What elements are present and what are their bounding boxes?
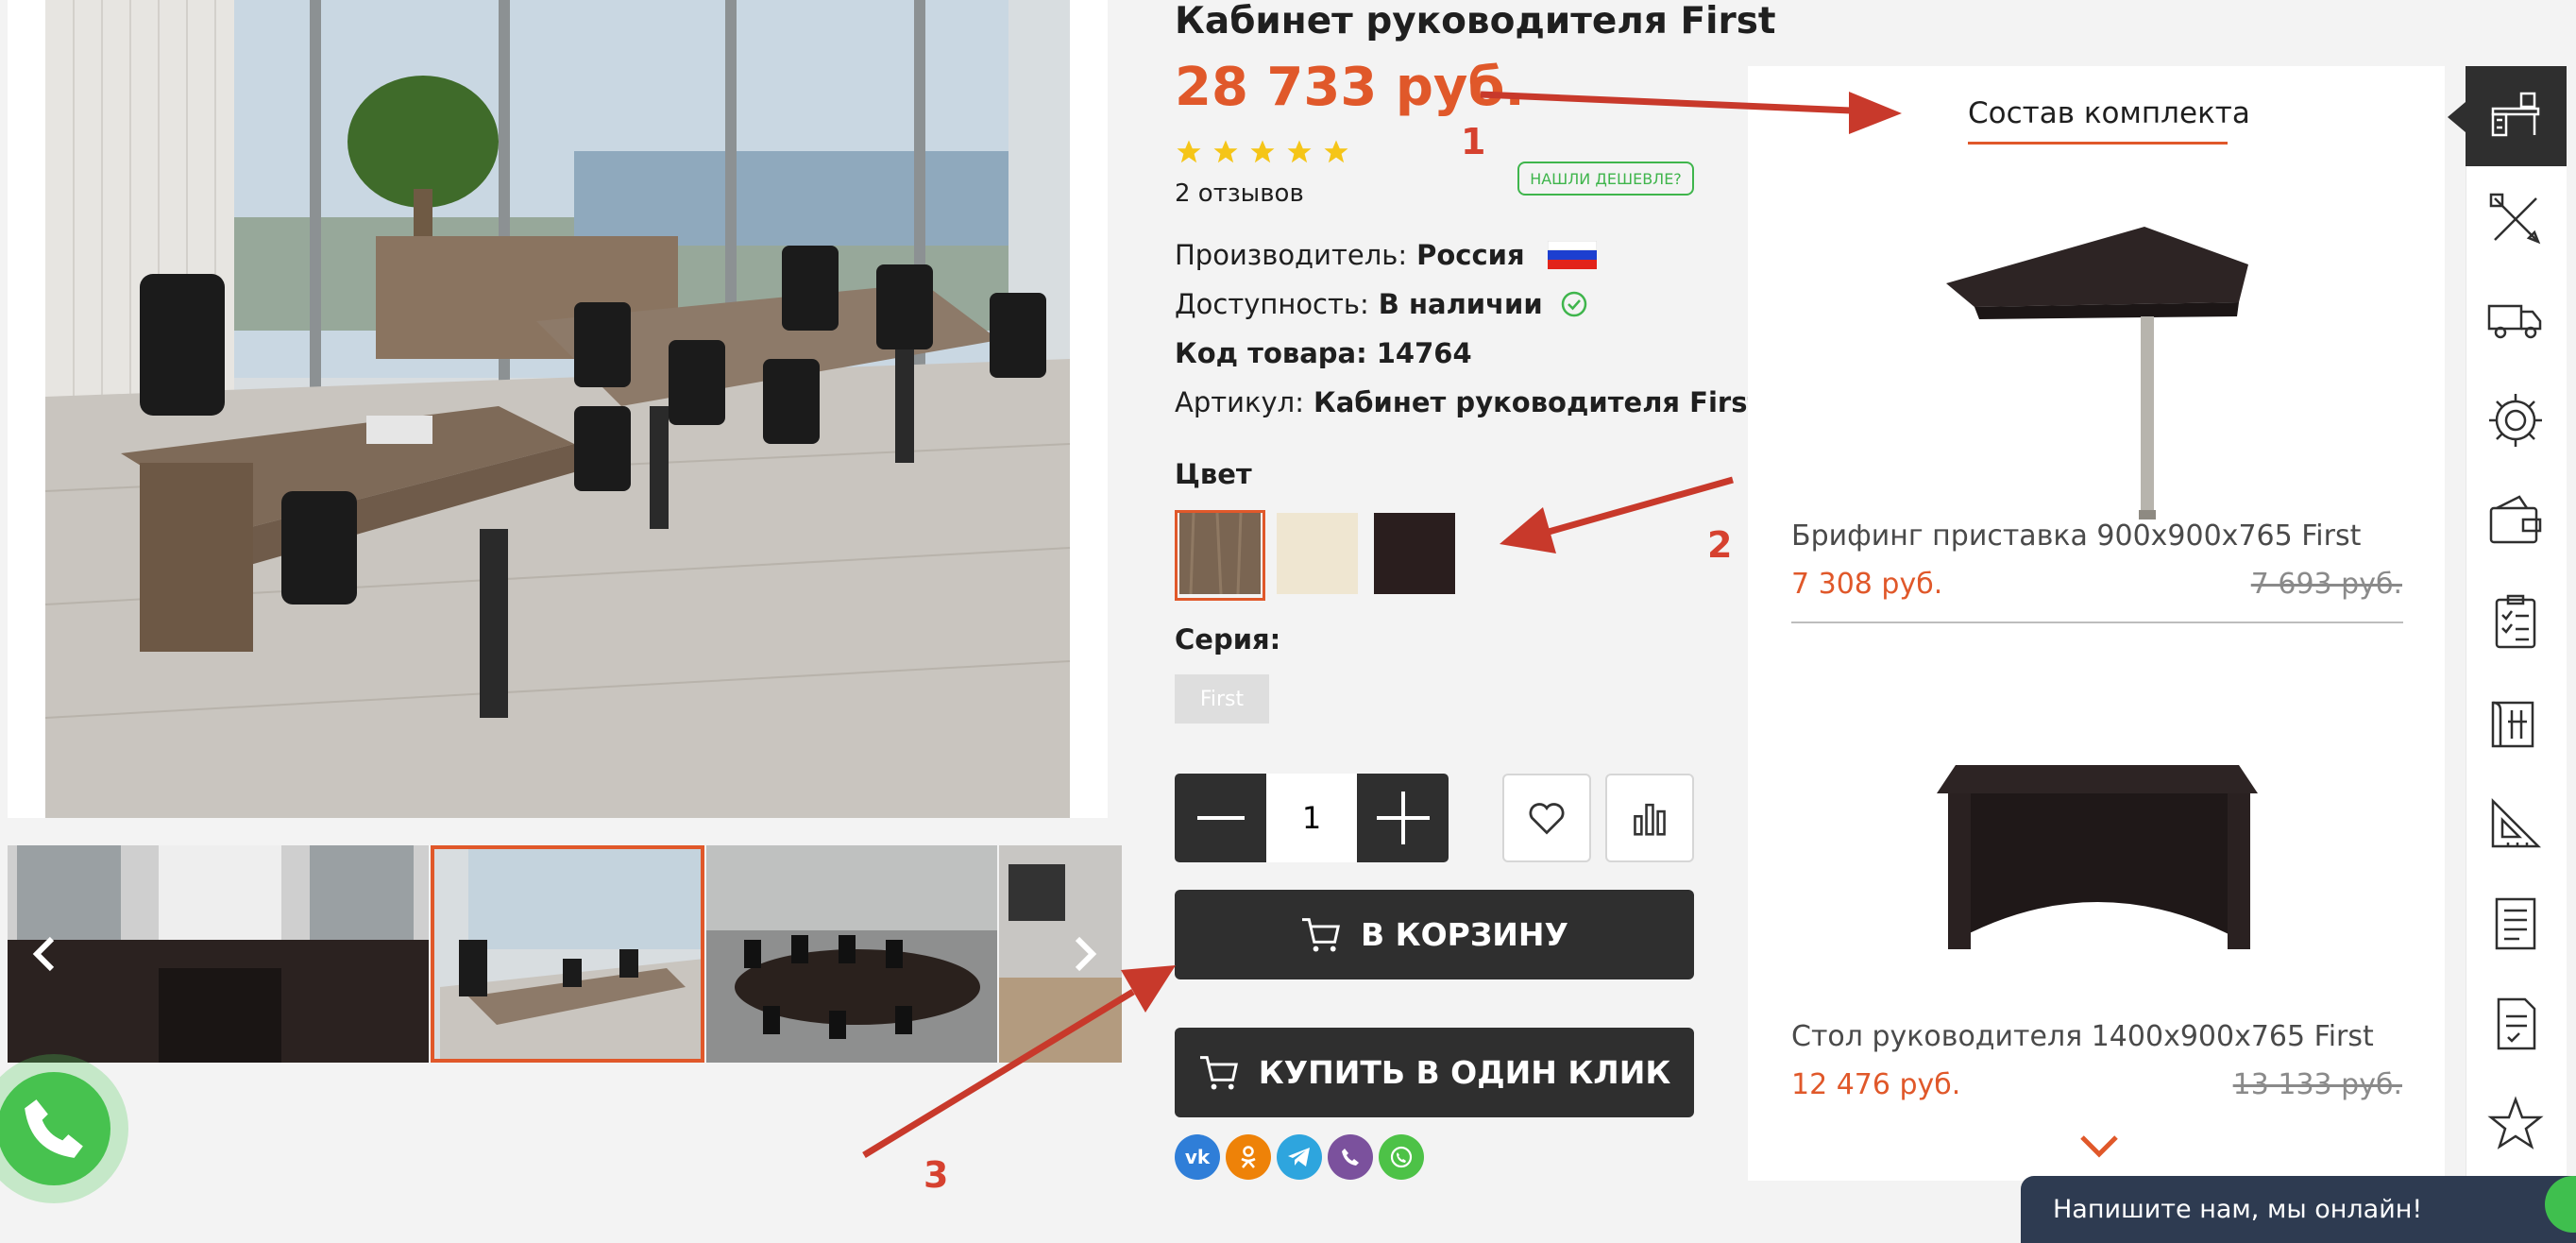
spec-manufacturer: Производитель: Россия xyxy=(1175,239,1597,271)
dark-cabinet-photo xyxy=(8,845,429,1063)
color-swatch-cream[interactable] xyxy=(1277,513,1358,594)
kit-title-underline xyxy=(1968,142,2228,145)
quantity-stepper xyxy=(1175,774,1449,862)
favorite-button[interactable] xyxy=(1502,774,1591,862)
executive-desk-image[interactable] xyxy=(1937,746,2277,992)
increase-button[interactable] xyxy=(1357,774,1449,862)
cart-icon xyxy=(1199,1055,1238,1089)
spec-label: Доступность: xyxy=(1175,288,1369,320)
viber-icon xyxy=(1342,1149,1359,1166)
russia-flag-icon xyxy=(1547,241,1597,269)
telegram-share-icon[interactable] xyxy=(1277,1134,1322,1180)
check-circle-icon xyxy=(1561,291,1586,317)
ruler-triangle-icon[interactable] xyxy=(2485,793,2546,854)
kit-item-old-price: 13 133 руб. xyxy=(2232,1068,2402,1101)
kit-item-name[interactable]: Стол руководителя 1400x900x765 First xyxy=(1791,1020,2374,1053)
annotation-number-1: 1 xyxy=(1461,121,1486,162)
reviews-count[interactable]: 2 отзывов xyxy=(1175,179,1304,208)
annotation-number-2: 2 xyxy=(1707,524,1733,566)
rating-stars xyxy=(1175,138,1350,166)
main-product-photo[interactable] xyxy=(8,0,1108,818)
carousel-next-arrow[interactable] xyxy=(1060,921,1108,987)
star-icon xyxy=(1324,140,1348,163)
annotation-number-3: 3 xyxy=(924,1154,949,1196)
spec-product-code: Код товара: 14764 xyxy=(1175,337,1472,369)
decrease-button[interactable] xyxy=(1175,774,1266,862)
color-swatch-wenge[interactable] xyxy=(1374,513,1455,594)
briefing-extension-image[interactable] xyxy=(1937,208,2258,548)
compare-button[interactable] xyxy=(1605,774,1694,862)
office-thumb-photo xyxy=(431,845,704,1063)
thumbnail-1[interactable] xyxy=(8,845,429,1063)
chevron-down-icon[interactable] xyxy=(2078,1133,2120,1158)
blueprint-icon[interactable] xyxy=(2485,693,2546,754)
spec-label: Артикул: xyxy=(1175,386,1304,418)
checklist-icon[interactable] xyxy=(2485,592,2546,653)
kit-item-name[interactable]: Брифинг приставка 900x900x765 First xyxy=(1791,519,2361,553)
product-title: Кабинет руководителя First xyxy=(1175,0,1776,43)
tools-icon[interactable] xyxy=(2485,189,2546,249)
buy-one-click-label: КУПИТЬ В ОДИН КЛИК xyxy=(1258,1054,1671,1091)
kit-title[interactable]: Состав комплекта xyxy=(1968,96,2250,130)
conference-room-photo xyxy=(706,845,997,1063)
series-label: Серия: xyxy=(1175,623,1281,656)
spec-article: Артикул: Кабинет руководителя First xyxy=(1175,386,1760,418)
plus-icon xyxy=(1376,792,1430,844)
chevron-left-icon xyxy=(32,936,55,972)
document-icon[interactable] xyxy=(2485,894,2546,954)
spec-value: Кабинет руководителя First xyxy=(1313,386,1761,418)
heart-icon xyxy=(1529,803,1565,835)
carousel-prev-arrow[interactable] xyxy=(22,921,69,987)
spec-value: В наличии xyxy=(1378,288,1543,320)
phone-icon xyxy=(25,1099,83,1158)
odnoklassniki-icon xyxy=(1241,1146,1256,1168)
star-icon xyxy=(1287,140,1312,163)
spec-availability: Доступность: В наличии xyxy=(1175,288,1588,320)
thumbnail-carousel xyxy=(8,845,1122,1063)
quantity-input[interactable] xyxy=(1266,774,1357,862)
office-photo xyxy=(8,0,1108,818)
vk-share-icon[interactable]: vk xyxy=(1175,1134,1220,1180)
spec-label: Производитель: xyxy=(1175,239,1408,271)
call-button[interactable] xyxy=(0,1054,128,1203)
cart-icon xyxy=(1302,917,1340,951)
desk-icon[interactable] xyxy=(2485,86,2546,146)
star-icon xyxy=(1213,140,1238,163)
gear-icon[interactable] xyxy=(2485,390,2546,451)
star-icon xyxy=(1250,140,1275,163)
compare-bars-icon xyxy=(1634,803,1666,836)
kit-composition-panel: Состав комплекта Брифинг приставка 900x9… xyxy=(1748,66,2445,1181)
buy-one-click-button[interactable]: КУПИТЬ В ОДИН КЛИК xyxy=(1175,1028,1694,1117)
series-first-tag[interactable]: First xyxy=(1175,674,1269,724)
contract-icon[interactable] xyxy=(2485,994,2546,1054)
kit-item-price: 12 476 руб. xyxy=(1791,1068,1961,1101)
wallet-icon[interactable] xyxy=(2485,491,2546,552)
color-label: Цвет xyxy=(1175,458,1252,490)
whatsapp-share-icon[interactable] xyxy=(1379,1134,1424,1180)
spec-value: Россия xyxy=(1416,239,1525,271)
add-to-cart-label: В КОРЗИНУ xyxy=(1361,916,1568,953)
thumbnail-2-selected[interactable] xyxy=(431,845,704,1063)
toolbar-pointer xyxy=(2448,102,2466,132)
whatsapp-icon xyxy=(1390,1146,1413,1168)
kit-item-old-price: 7 693 руб. xyxy=(2250,568,2402,601)
spec-label: Код товара: xyxy=(1175,337,1367,369)
odnoklassniki-share-icon[interactable] xyxy=(1226,1134,1271,1180)
product-price: 28 733 руб. xyxy=(1175,57,1525,118)
thumbnail-3[interactable] xyxy=(706,845,997,1063)
star-icon[interactable] xyxy=(2485,1094,2546,1154)
color-swatch-walnut[interactable] xyxy=(1179,513,1261,594)
kit-item-price: 7 308 руб. xyxy=(1791,568,1943,601)
spec-value: 14764 xyxy=(1376,337,1472,369)
viber-share-icon[interactable] xyxy=(1328,1134,1373,1180)
online-chat-button[interactable]: Напишите нам, мы онлайн! xyxy=(2021,1176,2576,1243)
telegram-icon xyxy=(1288,1148,1310,1166)
kit-divider xyxy=(1791,622,2403,623)
add-to-cart-button[interactable]: В КОРЗИНУ xyxy=(1175,890,1694,979)
star-icon xyxy=(1177,140,1201,163)
delivery-truck-icon[interactable] xyxy=(2485,289,2546,349)
chevron-right-icon xyxy=(1075,936,1097,972)
found-cheaper-button[interactable]: НАШЛИ ДЕШЕВЛЕ? xyxy=(1517,162,1694,196)
minus-icon xyxy=(1196,816,1245,820)
